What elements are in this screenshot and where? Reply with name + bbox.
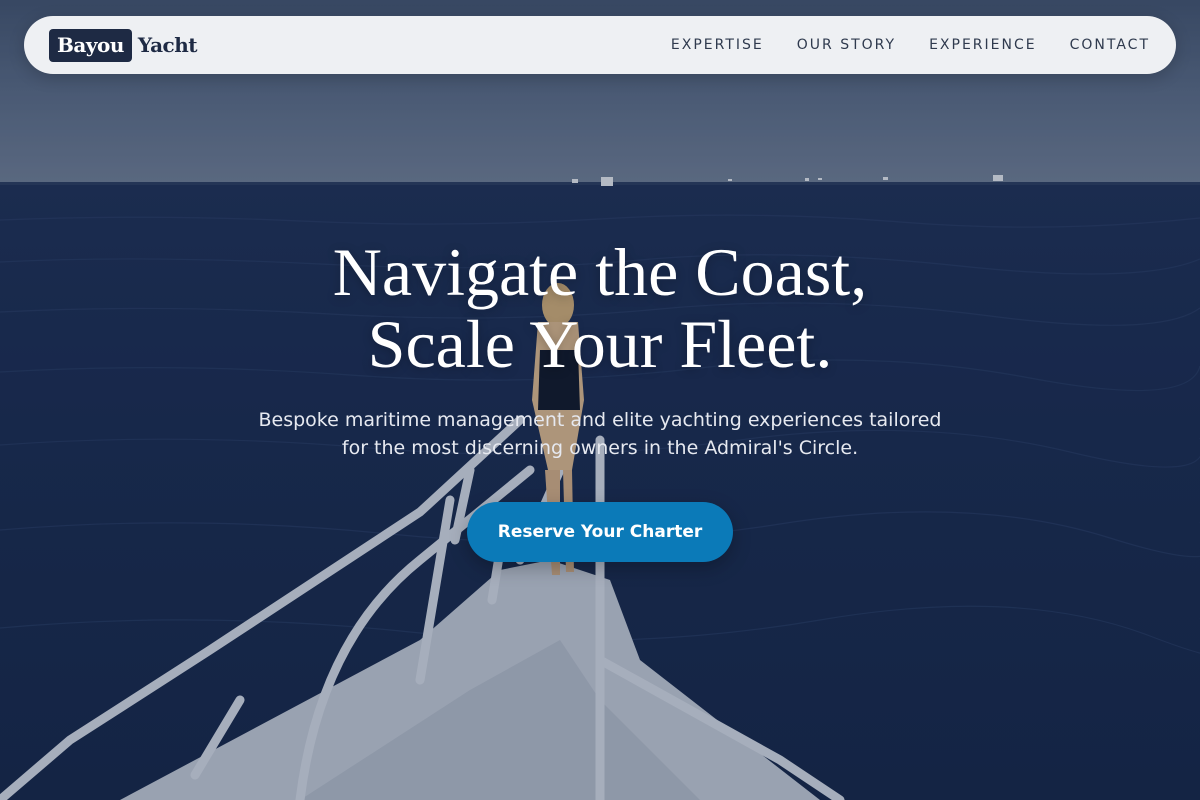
hero-headline: Navigate the Coast, Scale Your Fleet. [0,236,1200,380]
nav-link-experience[interactable]: EXPERIENCE [929,37,1037,53]
hero-darken-overlay [0,0,1200,800]
hero-subtitle: Bespoke maritime management and elite ya… [258,409,942,459]
nav-link-contact[interactable]: CONTACT [1070,37,1150,53]
top-navbar: Bayou Yacht EXPERTISE OUR STORY EXPERIEN… [24,16,1176,74]
nav-link-expertise[interactable]: EXPERTISE [671,37,764,53]
logo-word: Yacht [137,33,198,57]
logo-box: Bayou [49,28,132,62]
nav-link-our-story[interactable]: OUR STORY [797,37,896,53]
hero-headline-line-2: Scale Your Fleet. [367,306,833,382]
reserve-charter-button[interactable]: Reserve Your Charter [467,502,733,562]
nav-links: EXPERTISE OUR STORY EXPERIENCE CONTACT [671,37,1150,53]
hero-background-image [0,0,1200,800]
hero-headline-line-1: Navigate the Coast, [332,234,868,310]
brand-logo[interactable]: Bayou Yacht [49,28,198,62]
